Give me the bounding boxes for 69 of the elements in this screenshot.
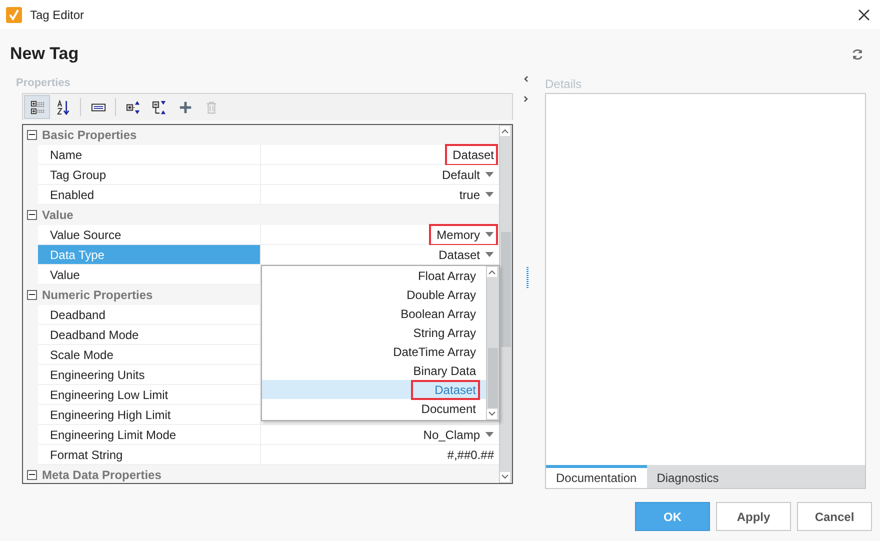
app-logo-icon: [6, 6, 22, 22]
dropdown-option[interactable]: Dataset: [262, 380, 486, 399]
dropdown-option[interactable]: Document: [262, 399, 486, 418]
option-text: Boolean Array: [400, 306, 477, 322]
scrollbar[interactable]: [486, 266, 499, 420]
dropdown-option[interactable]: Float Array: [262, 266, 486, 285]
property-name[interactable]: Engineering High Limit: [38, 405, 261, 424]
collapse-all-icon[interactable]: [152, 100, 166, 114]
group-heading: Meta Data Properties: [42, 468, 162, 482]
caret-icon[interactable]: [485, 252, 494, 257]
dropdown-option[interactable]: DateTime Array: [262, 342, 486, 361]
option-text: Float Array: [416, 268, 477, 284]
dialog-button[interactable]: Cancel: [797, 502, 872, 531]
scroll-up-icon[interactable]: [487, 267, 497, 277]
sort-icon[interactable]: [56, 100, 70, 114]
scroll-up-icon[interactable]: [500, 126, 510, 136]
section-label: Details: [545, 77, 583, 93]
close-icon[interactable]: [858, 8, 870, 20]
dropdown-option[interactable]: String Array: [262, 323, 486, 342]
property-name[interactable]: Value Source: [38, 225, 261, 244]
dropdown-option[interactable]: Binary Data: [262, 361, 486, 380]
group-heading: Numeric Properties: [42, 288, 153, 302]
property-name[interactable]: Deadband Mode: [38, 325, 261, 344]
option-text: Document: [420, 400, 477, 418]
option-text: Dataset: [410, 380, 480, 400]
collapse-icon[interactable]: [27, 290, 37, 300]
dropdown-option[interactable]: Boolean Array: [262, 304, 486, 323]
property-name[interactable]: Tag Group: [38, 165, 261, 184]
scroll-down-icon[interactable]: [500, 472, 510, 482]
option-text: String Array: [412, 324, 477, 342]
property-name[interactable]: Value: [38, 265, 261, 284]
property-name[interactable]: Scale Mode: [38, 345, 261, 364]
option-text: Binary Data: [412, 362, 477, 380]
scrollbar-thumb[interactable]: [501, 232, 511, 347]
property-name[interactable]: Engineering Units: [38, 365, 261, 384]
property-name[interactable]: Engineering Low Limit: [38, 385, 261, 404]
caret-icon[interactable]: [485, 232, 494, 237]
collapse-left-icon[interactable]: [522, 75, 530, 83]
expand-right-icon[interactable]: [522, 95, 530, 103]
property-name[interactable]: Enabled: [38, 185, 261, 204]
splitter-handle-icon[interactable]: [526, 267, 529, 289]
refresh-icon[interactable]: [851, 48, 864, 60]
section-label: Properties: [15, 77, 72, 91]
window-title: Tag Editor: [30, 8, 86, 22]
option-text: Double Array: [406, 286, 477, 304]
option-text: DateTime Array: [392, 344, 477, 360]
group-heading: Value: [42, 208, 74, 222]
collapse-icon[interactable]: [27, 130, 37, 140]
tab[interactable]: Documentation: [546, 465, 647, 488]
scroll-down-icon[interactable]: [487, 409, 497, 419]
collapse-icon[interactable]: [27, 470, 37, 480]
group-heading: Basic Properties: [42, 128, 137, 142]
collapse-icon[interactable]: [27, 210, 37, 220]
categorized-icon[interactable]: [30, 100, 44, 114]
dialog-heading: New Tag: [10, 44, 79, 64]
categorized-view-button[interactable]: [24, 95, 50, 119]
property-name[interactable]: Engineering Limit Mode: [38, 425, 261, 444]
property-name[interactable]: Format String: [38, 445, 261, 464]
plus-icon[interactable]: [178, 100, 192, 114]
property-name[interactable]: Deadband: [38, 305, 261, 324]
scrollbar[interactable]: [499, 125, 512, 483]
dropdown-option[interactable]: Double Array: [262, 285, 486, 304]
caret-icon[interactable]: [485, 172, 494, 177]
expand-all-icon[interactable]: [126, 100, 140, 114]
caret-icon[interactable]: [485, 192, 494, 197]
caret-icon[interactable]: [485, 432, 494, 437]
dialog-button[interactable]: Apply: [716, 502, 791, 531]
scrollbar-thumb[interactable]: [488, 348, 498, 408]
property-name[interactable]: Name: [38, 145, 261, 164]
